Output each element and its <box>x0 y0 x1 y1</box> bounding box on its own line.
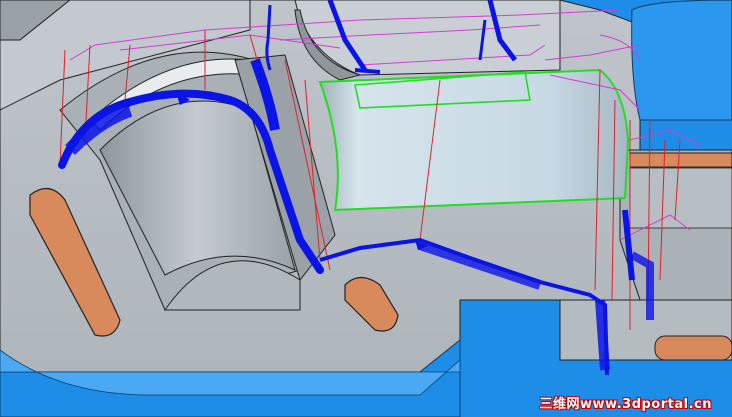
model-bottom-right-slot <box>654 335 732 361</box>
model-right-orange-strip <box>629 152 732 168</box>
model-right-face <box>629 167 732 229</box>
selected-cylinder-face[interactable] <box>318 68 630 212</box>
toolpath-scene[interactable] <box>0 0 732 417</box>
cad-viewport[interactable]: 三维网www.3dportal.cn <box>0 0 732 417</box>
model-right-blue-face <box>631 0 732 121</box>
watermark-text: 三维网www.3dportal.cn <box>539 397 712 412</box>
